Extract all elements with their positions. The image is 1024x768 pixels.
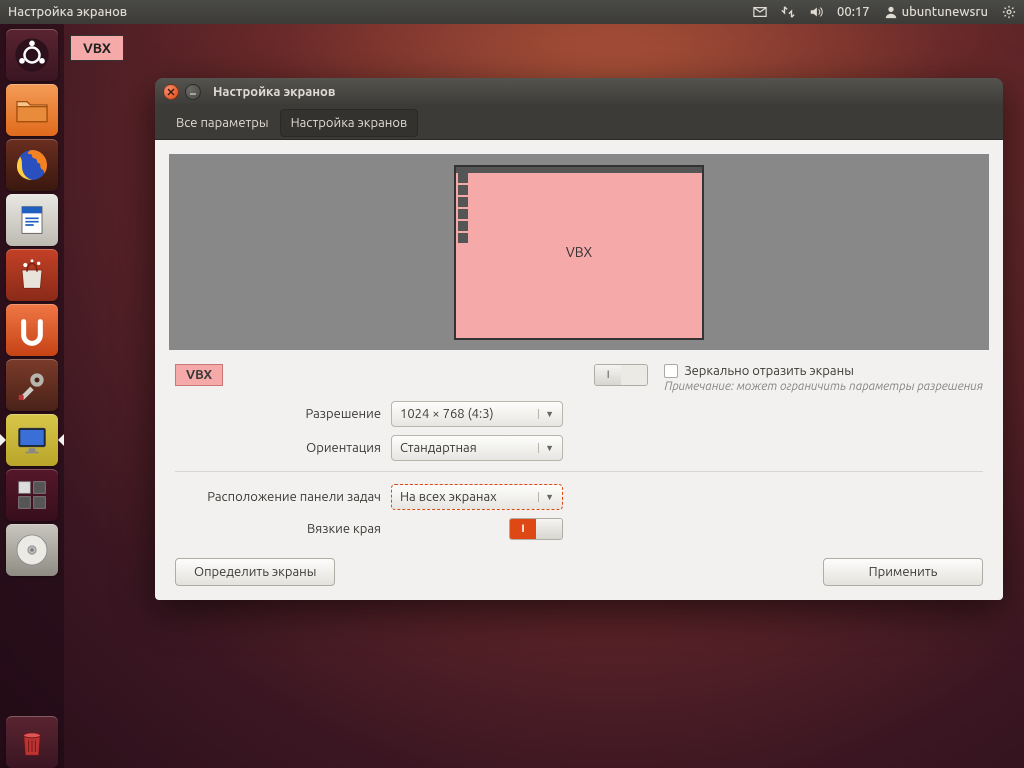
- clock-indicator[interactable]: 00:17: [837, 5, 870, 19]
- display-icon: [12, 420, 52, 460]
- window-titlebar[interactable]: Настройка экранов: [155, 78, 1003, 106]
- displays-window: Настройка экранов Все параметры Настройк…: [155, 78, 1003, 600]
- desktop-display-badge: VBX: [70, 35, 124, 61]
- launcher-placement-label: Расположение панели задач: [175, 490, 391, 504]
- preview-monitor[interactable]: VBX: [454, 165, 704, 340]
- network-indicator[interactable]: [781, 5, 795, 19]
- launcher-displays[interactable]: [6, 414, 58, 466]
- launcher-software-center[interactable]: [6, 249, 58, 301]
- wrench-gear-icon: [12, 365, 52, 405]
- selected-display-badge: VBX: [175, 364, 223, 386]
- launcher-placement-select[interactable]: На всех экранах ▼: [391, 484, 563, 510]
- workspaces-icon: [12, 475, 52, 515]
- top-panel: Настройка экранов 00:17 ubuntunewsru: [0, 0, 1024, 24]
- divider: [175, 471, 983, 472]
- window-title: Настройка экранов: [213, 85, 335, 99]
- mirror-note: Примечание: может ограничить параметры р…: [664, 380, 983, 393]
- resolution-select[interactable]: 1024 × 768 (4:3) ▼: [391, 401, 563, 427]
- chevron-down-icon: ▼: [538, 492, 554, 502]
- breadcrumb: Все параметры Настройка экранов: [155, 106, 1003, 140]
- launcher-workspace-switcher[interactable]: [6, 469, 58, 521]
- detect-displays-button[interactable]: Определить экраны: [175, 558, 335, 586]
- ubuntu-logo-icon: [12, 35, 52, 75]
- system-indicator[interactable]: [1002, 5, 1016, 19]
- gear-icon: [1002, 5, 1016, 19]
- unity-launcher: [0, 24, 64, 768]
- launcher-trash[interactable]: [6, 716, 58, 768]
- launcher-disc[interactable]: [6, 524, 58, 576]
- preview-topbar: [456, 167, 702, 173]
- launcher-settings[interactable]: [6, 359, 58, 411]
- display-enable-switch[interactable]: I: [594, 364, 648, 386]
- network-icon: [781, 5, 795, 19]
- switch-knob-on: I: [510, 519, 536, 539]
- switch-knob: I: [595, 365, 621, 385]
- apply-button[interactable]: Применить: [823, 558, 983, 586]
- username: ubuntunewsru: [902, 5, 988, 19]
- mirror-displays-checkbox[interactable]: Зеркально отразить экраны: [664, 364, 983, 378]
- close-icon: [167, 88, 175, 96]
- display-preview-area[interactable]: VBX: [169, 154, 989, 350]
- orientation-select[interactable]: Стандартная ▼: [391, 435, 563, 461]
- launcher-files[interactable]: [6, 84, 58, 136]
- breadcrumb-all-settings[interactable]: Все параметры: [165, 109, 280, 137]
- checkbox-icon: [664, 364, 678, 378]
- window-close-button[interactable]: [163, 84, 179, 100]
- sticky-edges-label: Вязкие края: [175, 522, 391, 536]
- user-indicator[interactable]: ubuntunewsru: [884, 5, 988, 19]
- resolution-label: Разрешение: [175, 407, 391, 421]
- trash-icon: [12, 722, 52, 762]
- orientation-value: Стандартная: [400, 441, 477, 455]
- window-minimize-button[interactable]: [185, 84, 201, 100]
- launcher-writer[interactable]: [6, 194, 58, 246]
- orientation-label: Ориентация: [175, 441, 391, 455]
- resolution-value: 1024 × 768 (4:3): [400, 407, 494, 421]
- sound-indicator[interactable]: [809, 5, 823, 19]
- breadcrumb-current: Настройка экранов: [280, 109, 419, 137]
- user-icon: [884, 5, 898, 19]
- clock-text: 00:17: [837, 5, 870, 19]
- folder-icon: [12, 90, 52, 130]
- volume-icon: [809, 5, 823, 19]
- mail-indicator[interactable]: [753, 5, 767, 19]
- mail-icon: [753, 5, 767, 19]
- minimize-icon: [189, 88, 197, 96]
- launcher-dash[interactable]: [6, 29, 58, 81]
- launcher-firefox[interactable]: [6, 139, 58, 191]
- shopping-bag-icon: [12, 255, 52, 295]
- disc-icon: [12, 530, 52, 570]
- launcher-ubuntu-one[interactable]: [6, 304, 58, 356]
- document-icon: [12, 200, 52, 240]
- firefox-icon: [12, 145, 52, 185]
- mirror-label: Зеркально отразить экраны: [684, 364, 854, 378]
- preview-monitor-label: VBX: [566, 244, 592, 260]
- chevron-down-icon: ▼: [538, 409, 554, 419]
- launcher-placement-value: На всех экранах: [400, 490, 497, 504]
- active-app-title: Настройка экранов: [8, 5, 753, 19]
- preview-launcher: [458, 173, 470, 336]
- chevron-down-icon: ▼: [538, 443, 554, 453]
- ubuntu-one-icon: [12, 310, 52, 350]
- sticky-edges-switch[interactable]: I: [509, 518, 563, 540]
